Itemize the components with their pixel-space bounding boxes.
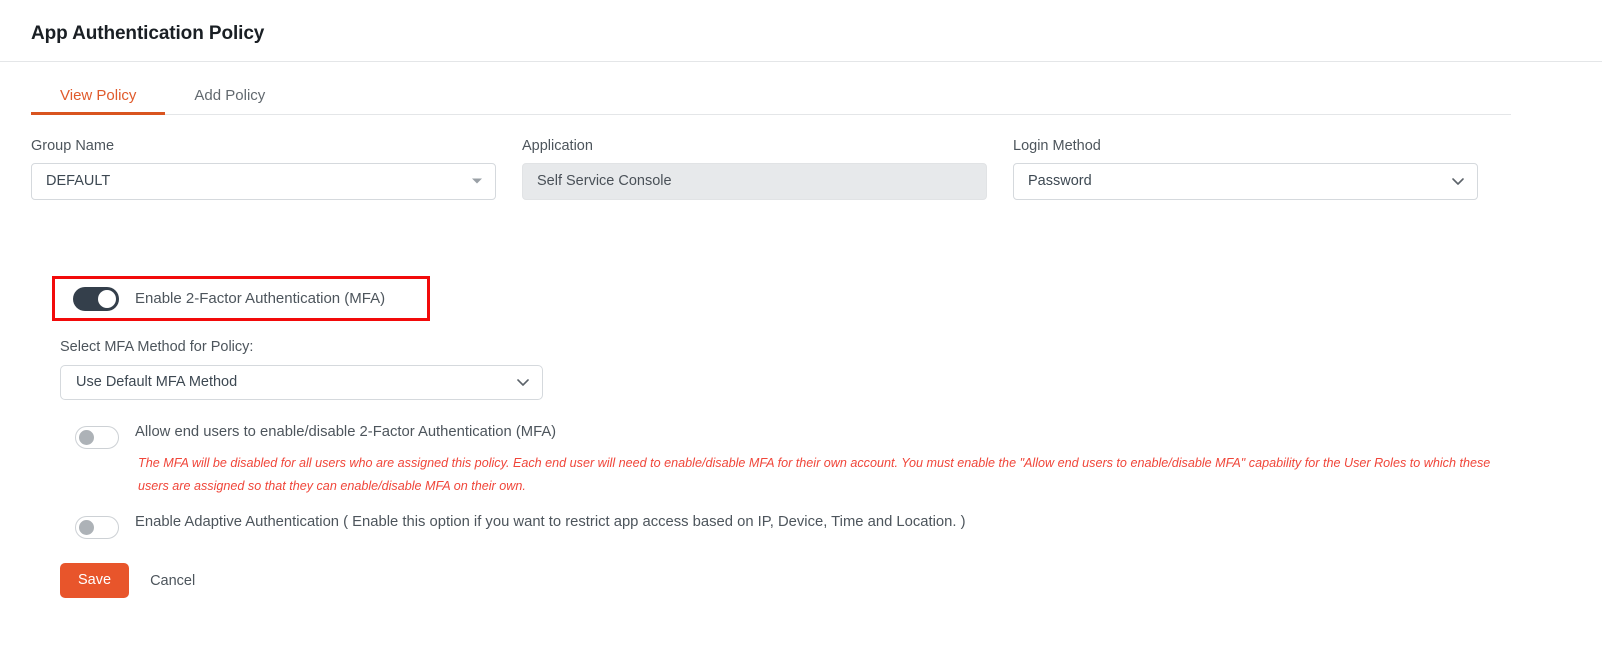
mfa-method-value: Use Default MFA Method [76,374,238,390]
form-actions: Save Cancel [60,563,195,598]
group-name-select[interactable]: DEFAULT [31,162,496,200]
enable-mfa-toggle[interactable] [73,286,119,311]
enable-mfa-label: Enable 2-Factor Authentication (MFA) [135,290,386,307]
login-method-select[interactable]: Password [1013,162,1478,200]
mfa-method-block: Select MFA Method for Policy: Use Defaul… [60,340,543,400]
page-title: App Authentication Policy [31,23,265,44]
save-button[interactable]: Save [60,563,130,598]
option-allow-end-users: Allow end users to enable/disable 2-Fact… [75,425,556,449]
mfa-warning-text: The MFA will be disabled for all users w… [138,456,1491,493]
application-value: Self Service Console [537,173,672,189]
tab-view-policy[interactable]: View Policy [31,88,166,115]
tab-divider [31,114,1511,115]
field-group-name: Group Name DEFAULT [31,139,496,200]
chevron-down-icon [1451,174,1465,188]
toggle-knob [79,520,94,535]
page-header: App Authentication Policy [0,0,1602,61]
field-login-method: Login Method Password [1013,139,1478,200]
caret-down-icon [472,178,482,184]
field-application: Application Self Service Console [522,139,987,200]
application-input: Self Service Console [522,162,987,200]
tab-add-policy[interactable]: Add Policy [165,88,294,114]
group-name-value: DEFAULT [46,173,111,189]
chevron-down-icon [516,375,530,389]
allow-end-users-toggle[interactable] [75,426,119,449]
tab-bar: View Policy Add Policy [31,88,1511,115]
policy-form-row: Group Name DEFAULT Application Self Serv… [31,139,1602,200]
option-adaptive-authentication: Enable Adaptive Authentication ( Enable … [75,515,966,539]
adaptive-authentication-label: Enable Adaptive Authentication ( Enable … [135,514,966,530]
cancel-button[interactable]: Cancel [150,573,195,589]
login-method-value: Password [1028,173,1092,189]
group-name-label: Group Name [31,138,115,154]
mfa-method-select[interactable]: Use Default MFA Method [60,364,543,400]
mfa-toggle-highlight-box: Enable 2-Factor Authentication (MFA) [52,276,430,321]
application-label: Application [522,138,593,154]
allow-end-users-label: Allow end users to enable/disable 2-Fact… [135,424,557,440]
toggle-knob [79,430,94,445]
adaptive-authentication-toggle[interactable] [75,516,119,539]
login-method-label: Login Method [1013,138,1101,154]
mfa-method-label: Select MFA Method for Policy: [60,339,254,355]
header-divider [0,61,1602,62]
toggle-knob [98,289,116,308]
